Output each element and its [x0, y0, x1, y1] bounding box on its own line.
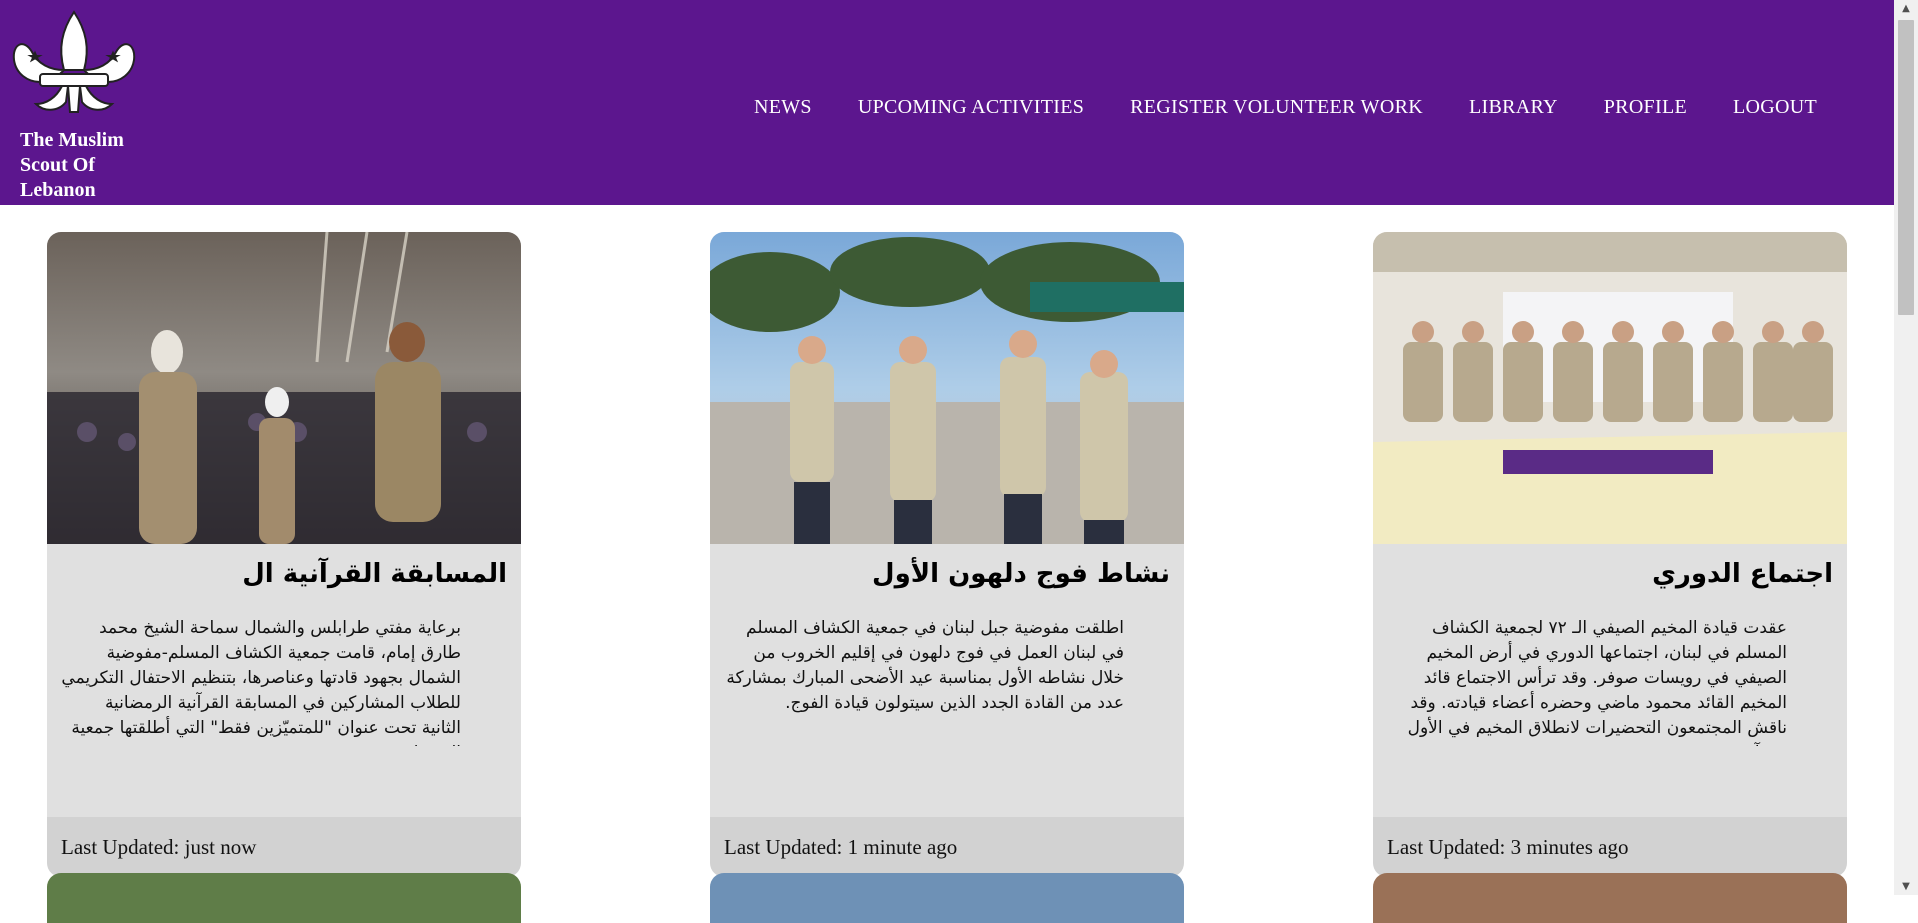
main-nav: NEWS UPCOMING ACTIVITIES REGISTER VOLUNT…	[731, 96, 1840, 119]
nav-upcoming-activities[interactable]: UPCOMING ACTIVITIES	[835, 96, 1107, 119]
fleur-de-lis-logo-icon	[12, 10, 136, 113]
news-card[interactable]: نشاط فوج دلهون الأول اطلقت مفوضية جبل لب…	[710, 232, 1184, 877]
news-card-partial[interactable]	[47, 873, 521, 923]
card-footer: Last Updated: 3 minutes ago	[1373, 817, 1847, 877]
last-updated: Last Updated: 1 minute ago	[724, 835, 958, 859]
news-image-periodic-meeting	[1373, 232, 1847, 544]
card-footer: Last Updated: 1 minute ago	[710, 817, 1184, 877]
scroll-down-arrow-icon[interactable]: ▼	[1894, 878, 1918, 895]
news-image-quran-competition	[47, 232, 521, 544]
last-updated: Last Updated: just now	[61, 835, 257, 859]
nav-profile[interactable]: PROFILE	[1581, 96, 1710, 119]
news-card-partial[interactable]	[1373, 873, 1847, 923]
nav-library[interactable]: LIBRARY	[1446, 96, 1581, 119]
brand-name: The Muslim Scout Of Lebanon	[20, 129, 124, 201]
card-text: برعاية مفتي طرابلس والشمال سماحة الشيخ م…	[61, 618, 461, 746]
news-image-dalhoun-group	[710, 232, 1184, 544]
last-updated: Last Updated: 3 minutes ago	[1387, 835, 1629, 859]
card-footer: Last Updated: just now	[47, 817, 521, 877]
scroll-thumb[interactable]	[1898, 20, 1914, 315]
news-grid: المسابقة القرآنية ال برعاية مفتي طرابلس …	[0, 205, 1894, 923]
nav-news[interactable]: NEWS	[731, 96, 835, 119]
scroll-up-arrow-icon[interactable]: ▲	[1894, 0, 1918, 17]
news-card-partial[interactable]	[710, 873, 1184, 923]
card-title[interactable]: اجتماع الدوري	[1373, 554, 1847, 594]
brand[interactable]: The Muslim Scout Of Lebanon	[10, 8, 150, 203]
card-text: اطلقت مفوضية جبل لبنان في جمعية الكشاف ا…	[726, 618, 1124, 713]
card-title[interactable]: نشاط فوج دلهون الأول	[710, 554, 1184, 594]
card-text: عقدت قيادة المخيم الصيفي الـ ٧٢ لجمعية ا…	[1407, 618, 1787, 746]
news-card[interactable]: المسابقة القرآنية ال برعاية مفتي طرابلس …	[47, 232, 521, 877]
nav-logout[interactable]: LOGOUT	[1710, 96, 1840, 119]
card-title[interactable]: المسابقة القرآنية ال	[47, 554, 521, 594]
nav-register-volunteer-work[interactable]: REGISTER VOLUNTEER WORK	[1107, 96, 1446, 119]
vertical-scrollbar[interactable]: ▲ ▼	[1894, 0, 1918, 895]
top-navbar: The Muslim Scout Of Lebanon NEWS UPCOMIN…	[0, 0, 1894, 205]
news-card[interactable]: اجتماع الدوري عقدت قيادة المخيم الصيفي ا…	[1373, 232, 1847, 877]
